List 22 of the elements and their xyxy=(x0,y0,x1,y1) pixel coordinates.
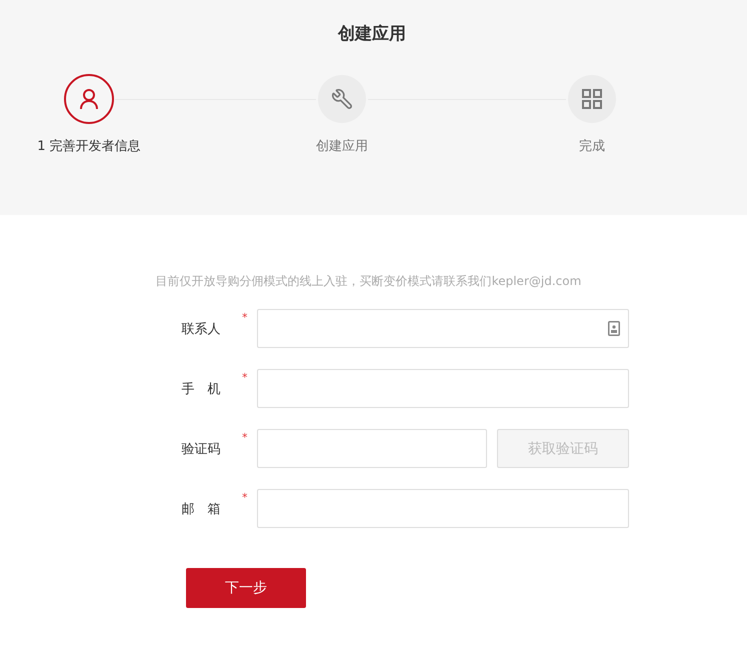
field-label: 手 机 xyxy=(180,380,222,398)
page-title: 创建应用 xyxy=(336,23,407,45)
input-field[interactable] xyxy=(257,489,629,528)
required-mark: * xyxy=(242,371,248,384)
grid-icon xyxy=(581,88,603,110)
contact-card-icon xyxy=(608,321,620,336)
next-button[interactable]: 下一步 xyxy=(186,568,306,608)
wrench-icon xyxy=(331,88,353,110)
required-mark: * xyxy=(242,311,248,324)
step-label: 完成 xyxy=(579,138,605,155)
step-label: 创建应用 xyxy=(316,138,368,155)
required-mark: * xyxy=(242,431,248,444)
step-label: 1 完善开发者信息 xyxy=(37,138,141,155)
user-icon xyxy=(79,88,99,110)
field-label: 验证码 xyxy=(180,440,222,458)
field-label: 联系人 xyxy=(180,320,222,338)
input-field[interactable] xyxy=(257,309,629,348)
notice-text: 目前仅开放导购分佣模式的线上入驻，买断变价模式请联系我们kepler@jd.com xyxy=(154,273,582,290)
field-label: 邮 箱 xyxy=(180,500,222,518)
input-field[interactable] xyxy=(257,369,629,408)
input-field[interactable] xyxy=(257,429,487,468)
required-mark: * xyxy=(242,491,248,504)
